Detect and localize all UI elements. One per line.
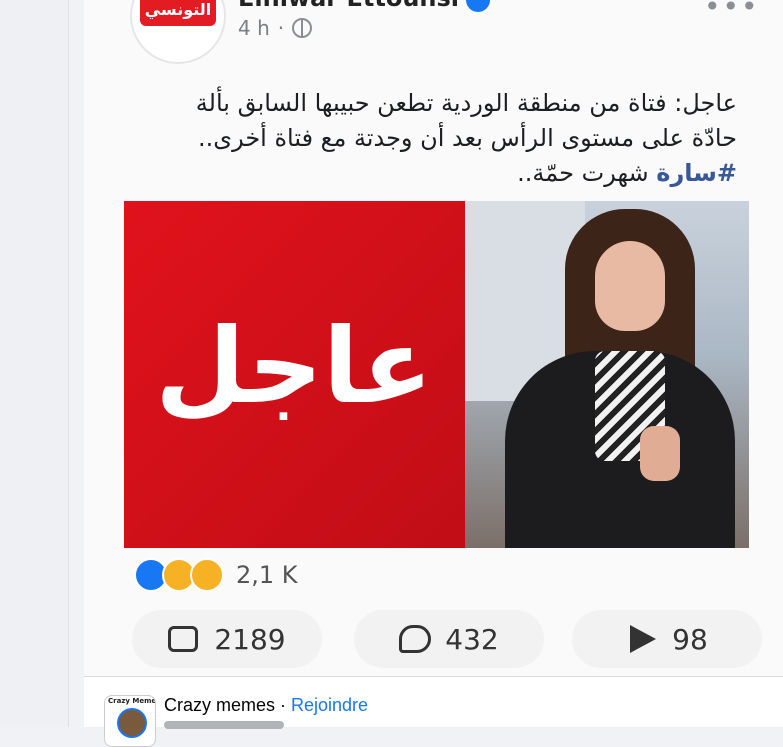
share-arrow-icon: [626, 624, 660, 654]
reaction-count: 2,1 K: [236, 561, 298, 589]
share-button[interactable]: 98: [572, 610, 762, 668]
post-text-line-3: #سارة شهرت حمّة..: [137, 156, 737, 191]
shared-screenshot: التونسي Elhiwar Ettounsi 4 h · ••• عاجل:…: [84, 0, 783, 676]
post-image[interactable]: عاجل: [124, 201, 749, 548]
sad-reaction-icon: [190, 558, 224, 592]
group-avatar-text: Crazy Memes: [108, 697, 156, 705]
like-button[interactable]: 2189: [132, 610, 322, 668]
thumbs-up-icon: [168, 624, 202, 654]
photo-face: [595, 241, 665, 331]
page-name[interactable]: Elhiwar Ettounsi: [238, 0, 459, 12]
more-options-icon[interactable]: •••: [704, 0, 760, 23]
post-text: عاجل: فتاة من منطقة الوردية تطعن حبيبها …: [137, 86, 737, 191]
breaking-news-panel: عاجل: [124, 201, 465, 548]
page-avatar[interactable]: التونسي: [130, 0, 226, 64]
meta-separator: ·: [277, 16, 285, 40]
hashtag-link[interactable]: #سارة: [656, 159, 737, 187]
next-post-header: Crazy Memes Crazy memes · Rejoindre: [84, 677, 783, 747]
left-sidebar: [0, 0, 69, 727]
group-name[interactable]: Crazy memes: [164, 695, 275, 715]
verified-badge-icon: [466, 0, 490, 12]
comment-count: 432: [445, 622, 499, 656]
group-avatar[interactable]: Crazy Memes: [104, 695, 156, 747]
breaking-news-word: عاجل: [155, 305, 433, 427]
like-count: 2189: [214, 622, 286, 656]
globe-icon: [292, 18, 313, 38]
post-text-line-2: حادّة على مستوى الرأس بعد أن وجدتة مع فت…: [198, 124, 737, 152]
group-avatar-face: [117, 708, 147, 738]
join-group-link[interactable]: Rejoindre: [291, 695, 368, 715]
woman-photo: [465, 201, 749, 548]
photo-hand: [640, 426, 680, 481]
reactions-summary[interactable]: 2,1 K: [134, 558, 298, 592]
post-time[interactable]: 4 h: [238, 16, 270, 40]
post-meta: 4 h ·: [238, 16, 313, 40]
title-separator: ·: [275, 695, 292, 715]
feed-post-card: التونسي Elhiwar Ettounsi 4 h · ••• عاجل:…: [84, 0, 783, 747]
post-text-line-1: عاجل: فتاة من منطقة الوردية تطعن حبيبها …: [195, 89, 737, 117]
next-post-meta: [164, 721, 284, 729]
post-text-line-3-rest: شهرت حمّة..: [517, 159, 657, 187]
comment-button[interactable]: 432: [354, 610, 544, 668]
comment-bubble-icon: [399, 624, 433, 654]
next-post-title: Crazy memes · Rejoindre: [164, 695, 368, 716]
share-count: 98: [672, 622, 708, 656]
page-logo: التونسي: [140, 0, 216, 26]
